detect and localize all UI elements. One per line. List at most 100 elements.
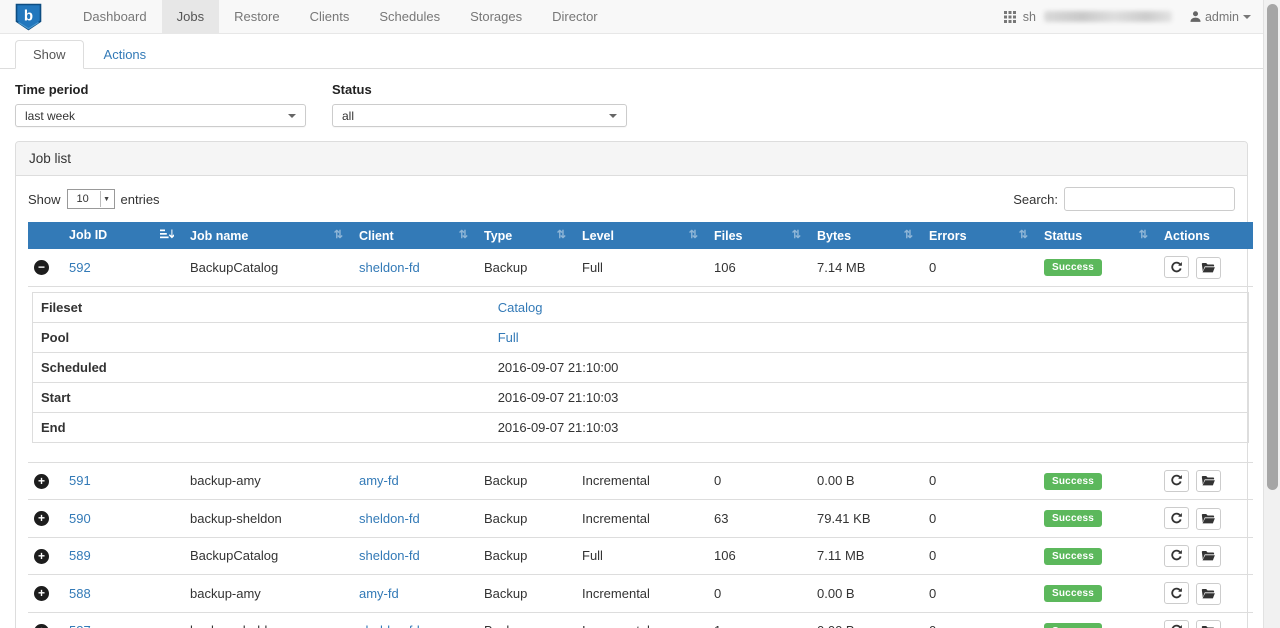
rerun-icon — [1170, 261, 1183, 274]
table-row: + 591 backup-amy amy-fd Backup Increment… — [28, 462, 1253, 500]
job-bytes-cell: 7.11 MB — [809, 537, 921, 575]
job-name-cell: backup-sheldon — [182, 612, 351, 628]
column-header-status[interactable]: ⇅Status — [1036, 222, 1156, 249]
nav-item-storages[interactable]: Storages — [455, 0, 537, 33]
column-header-client[interactable]: ⇅Client — [351, 222, 476, 249]
detail-row-end: End2016-09-07 21:10:03 — [33, 412, 1249, 442]
folder-open-icon — [1201, 588, 1215, 600]
client-link[interactable]: sheldon-fd — [359, 511, 420, 526]
column-header-job-name[interactable]: ⇅Job name — [182, 222, 351, 249]
status-badge: Success — [1044, 585, 1102, 602]
job-id-link[interactable]: 590 — [69, 511, 91, 526]
table-controls: Show 10 ▼ entries Search: — [28, 187, 1235, 211]
detail-row-pool: PoolFull — [33, 322, 1249, 352]
time-period-value: last week — [25, 109, 75, 123]
job-detail-table: FilesetCatalogPoolFullScheduled2016-09-0… — [32, 292, 1249, 443]
rerun-button[interactable] — [1164, 470, 1189, 492]
vertical-scrollbar[interactable] — [1263, 0, 1280, 628]
sort-icon: ⇅ — [459, 229, 468, 242]
detail-label: End — [33, 412, 490, 442]
column-label: Bytes — [817, 229, 851, 243]
tab-show[interactable]: Show — [15, 40, 84, 69]
job-bytes-cell: 0.00 B — [809, 462, 921, 500]
column-header-level[interactable]: ⇅Level — [574, 222, 706, 249]
table-row: + 588 backup-amy amy-fd Backup Increment… — [28, 575, 1253, 613]
rerun-button[interactable] — [1164, 256, 1189, 278]
job-id-link[interactable]: 587 — [69, 623, 91, 628]
expand-row-icon[interactable]: + — [34, 474, 49, 489]
rerun-button[interactable] — [1164, 620, 1189, 628]
job-bytes-cell: 0.00 B — [809, 612, 921, 628]
nav-item-restore[interactable]: Restore — [219, 0, 295, 33]
nav-item-director[interactable]: Director — [537, 0, 613, 33]
detail-value-link[interactable]: Catalog — [498, 300, 543, 315]
expand-row-icon[interactable]: + — [34, 624, 49, 628]
job-type-cell: Backup — [476, 612, 574, 628]
job-type-cell: Backup — [476, 500, 574, 538]
rerun-icon — [1170, 549, 1183, 562]
client-link[interactable]: sheldon-fd — [359, 623, 420, 628]
detail-value-link[interactable]: Full — [498, 330, 519, 345]
expand-row-icon[interactable]: + — [34, 549, 49, 564]
nav-item-clients[interactable]: Clients — [295, 0, 365, 33]
restore-browse-button[interactable] — [1196, 508, 1221, 530]
status-badge: Success — [1044, 510, 1102, 527]
expand-row-icon[interactable]: + — [34, 586, 49, 601]
column-header-job-id[interactable]: Job ID — [61, 222, 182, 249]
column-label: Status — [1044, 229, 1082, 243]
rerun-button[interactable] — [1164, 582, 1189, 604]
nav-item-dashboard[interactable]: Dashboard — [68, 0, 162, 33]
client-link[interactable]: amy-fd — [359, 586, 399, 601]
main-nav: DashboardJobsRestoreClientsSchedulesStor… — [68, 0, 613, 33]
restore-browse-button[interactable] — [1196, 583, 1221, 605]
rerun-button[interactable] — [1164, 507, 1189, 529]
client-link[interactable]: sheldon-fd — [359, 260, 420, 275]
folder-open-icon — [1201, 513, 1215, 525]
detail-value: 2016-09-07 21:10:03 — [490, 382, 1249, 412]
search-input[interactable] — [1064, 187, 1235, 211]
column-label: Errors — [929, 229, 967, 243]
director-name-prefix[interactable]: sh — [1023, 10, 1036, 24]
column-header-files[interactable]: ⇅Files — [706, 222, 809, 249]
job-name-cell: BackupCatalog — [182, 537, 351, 575]
job-id-link[interactable]: 589 — [69, 548, 91, 563]
nav-item-jobs[interactable]: Jobs — [162, 0, 219, 33]
tab-actions[interactable]: Actions — [86, 40, 165, 69]
status-label: Status — [332, 82, 627, 97]
job-files-cell: 0 — [706, 462, 809, 500]
client-link[interactable]: amy-fd — [359, 473, 399, 488]
sort-desc-icon — [160, 229, 174, 243]
job-id-link[interactable]: 592 — [69, 260, 91, 275]
expand-row-icon[interactable]: + — [34, 511, 49, 526]
rerun-icon — [1170, 587, 1183, 600]
restore-browse-button[interactable] — [1196, 620, 1221, 628]
job-id-link[interactable]: 591 — [69, 473, 91, 488]
status-badge: Success — [1044, 623, 1102, 628]
restore-browse-button[interactable] — [1196, 257, 1221, 279]
column-header-type[interactable]: ⇅Type — [476, 222, 574, 249]
page-length-select[interactable]: 10 ▼ — [67, 189, 115, 209]
column-header-errors[interactable]: ⇅Errors — [921, 222, 1036, 249]
time-period-select[interactable]: last week — [15, 104, 306, 127]
sort-icon: ⇅ — [334, 229, 343, 242]
collapse-row-icon[interactable]: − — [34, 260, 49, 275]
rerun-button[interactable] — [1164, 545, 1189, 567]
bareos-logo[interactable]: b — [0, 0, 54, 33]
job-id-link[interactable]: 588 — [69, 586, 91, 601]
svg-text:b: b — [24, 7, 33, 24]
nav-item-schedules[interactable]: Schedules — [364, 0, 455, 33]
client-link[interactable]: sheldon-fd — [359, 548, 420, 563]
restore-browse-button[interactable] — [1196, 470, 1221, 492]
select-arrow-icon: ▼ — [100, 191, 113, 207]
director-grid-icon[interactable] — [1004, 11, 1016, 23]
job-errors-cell: 0 — [921, 462, 1036, 500]
job-type-cell: Backup — [476, 462, 574, 500]
scrollbar-thumb[interactable] — [1267, 4, 1278, 490]
status-select[interactable]: all — [332, 104, 627, 127]
job-list-panel: Job list Show 10 ▼ entries Search: — [15, 141, 1248, 628]
column-header-bytes[interactable]: ⇅Bytes — [809, 222, 921, 249]
restore-browse-button[interactable] — [1196, 545, 1221, 567]
select-caret-icon — [288, 114, 296, 118]
user-menu[interactable]: admin — [1189, 10, 1251, 24]
job-level-cell: Incremental — [574, 612, 706, 628]
